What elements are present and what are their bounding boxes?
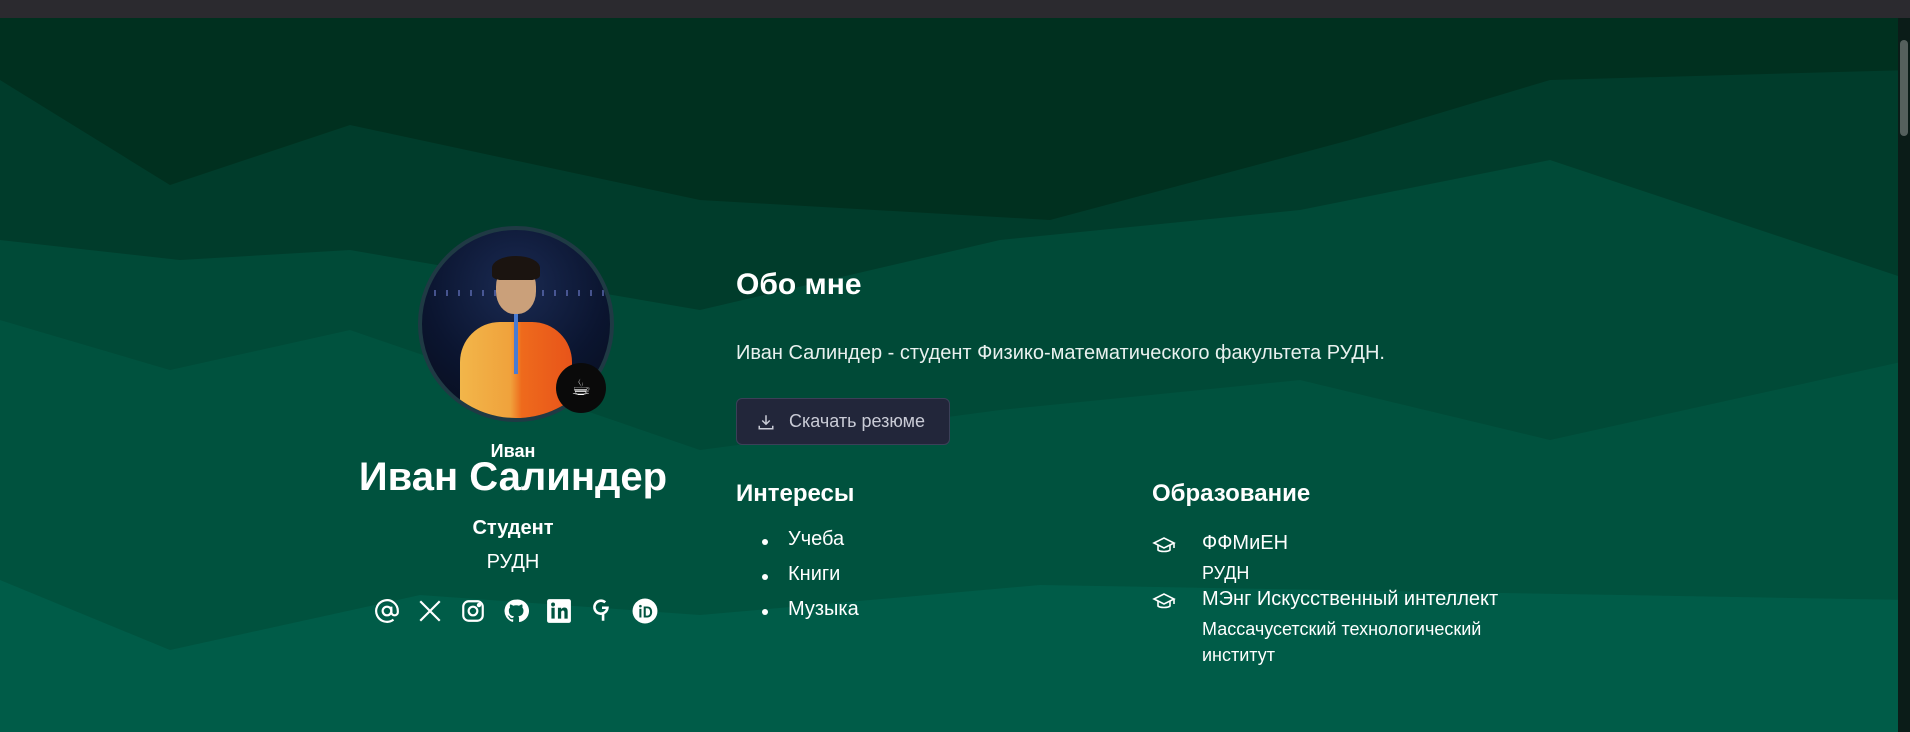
github-icon[interactable] [501,596,531,626]
coffee-icon: ☕ [556,363,606,413]
x-twitter-icon[interactable] [415,596,445,626]
scrollbar-thumb[interactable] [1900,40,1908,136]
education-degree: МЭнг Искусственный интеллект [1202,588,1499,610]
profile-name: Иван Салиндер [358,455,668,499]
google-scholar-icon[interactable] [587,596,617,626]
education-degree: ФФМиЕН [1202,532,1289,554]
graduation-cap-icon [1152,593,1176,609]
profile-role: Студент [472,517,554,539]
linkedin-icon[interactable] [544,596,574,626]
list-item: Учеба [762,528,859,563]
download-icon [758,414,774,429]
graduation-cap-icon [1152,537,1176,553]
instagram-icon[interactable] [458,596,488,626]
photo-lanyard [514,314,518,374]
list-item: Книги [762,563,859,598]
orcid-icon[interactable] [630,596,660,626]
social-links [372,596,660,626]
profile-organization: РУДН [486,551,540,573]
education-title: Образование [1152,480,1311,507]
page: ☕ Иван Иван Салиндер Студент РУДН Обо мн… [0,0,1910,732]
photo-person-hair [492,256,540,280]
about-title: Обо мне [736,268,862,301]
education-institution: РУДН [1202,563,1250,583]
about-text: Иван Салиндер - студент Физико-математич… [736,342,1385,364]
interests-list: Учеба Книги Музыка [762,528,859,633]
scrollbar[interactable] [1898,18,1910,732]
interests-title: Интересы [736,480,855,507]
download-resume-button[interactable]: Скачать резюме [736,398,950,445]
download-resume-label: Скачать резюме [789,411,926,431]
list-item: Музыка [762,598,859,633]
email-icon[interactable] [372,596,402,626]
education-institution: Массачусетский технологический институт [1202,619,1482,665]
page-content: ☕ Иван Иван Салиндер Студент РУДН Обо мн… [0,0,1910,732]
browser-top-bar [0,0,1910,18]
